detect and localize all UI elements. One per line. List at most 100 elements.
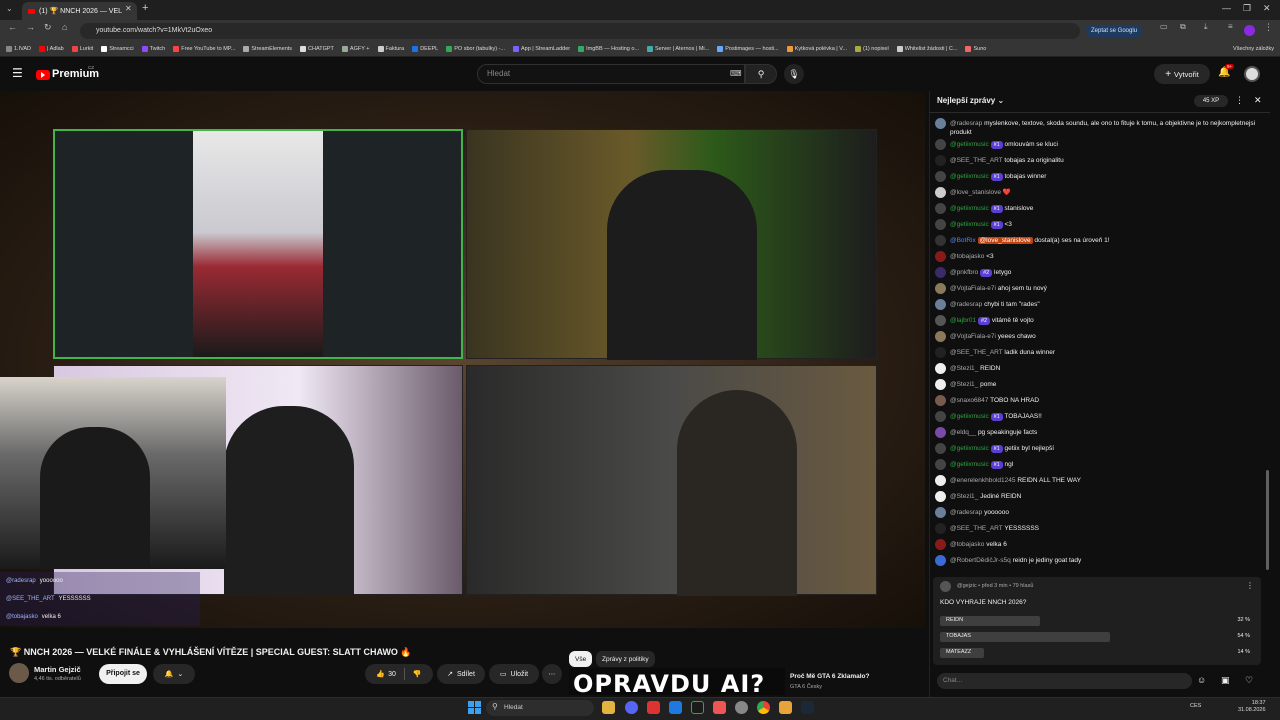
chat-message[interactable]: @getiixmusic #1 ngl (935, 457, 1265, 473)
app-icon[interactable] (713, 701, 726, 714)
chat-input[interactable]: Chat... (937, 673, 1192, 689)
bookmark-item[interactable]: Free YouTube to MP... (173, 46, 235, 52)
chat-author[interactable]: @getiixmusic (950, 173, 989, 180)
chat-author[interactable]: @getiixmusic (950, 413, 989, 420)
account-avatar[interactable] (1244, 66, 1260, 82)
bookmark-item[interactable]: 1.IVAD (6, 46, 31, 52)
chat-author[interactable]: @Stezi1_ (950, 493, 978, 500)
language-indicator[interactable]: CES (1190, 703, 1201, 709)
chat-message[interactable]: @lajbr01 #2 vitámě tě vojto (935, 313, 1265, 329)
bookmark-item[interactable]: Server | Aternos | Mi... (647, 46, 709, 52)
chip-all[interactable]: Vše (569, 651, 593, 667)
chat-author[interactable]: @enerelenkhbold1245 (950, 477, 1016, 484)
chat-message[interactable]: @SEE_THE_ART YESSSSSS (935, 521, 1265, 537)
recommendation-channel[interactable]: GTA 6 Česky (790, 684, 822, 690)
chat-message[interactable]: @getiixmusic #1 omlouvám se kluci (935, 137, 1265, 153)
bookmark-item[interactable]: (1) nopixel (855, 46, 889, 52)
menu-icon[interactable]: ≡ (1228, 22, 1233, 31)
chat-author[interactable]: @SEE_THE_ART (950, 525, 1003, 532)
poll-option[interactable]: REIDN 32 % (940, 616, 1254, 626)
bookmark-item[interactable]: AGFY + (341, 46, 370, 52)
clock[interactable]: 18:37 31.08.2026 (1238, 700, 1266, 714)
chat-author[interactable]: @SEE_THE_ART (950, 349, 1003, 356)
chat-message[interactable]: @enerelenkhbold1245 REIDN ALL THE WAY (935, 473, 1265, 489)
search-input[interactable]: Hledat (477, 64, 745, 84)
bookmark-item[interactable]: Kytková polévka | V... (786, 46, 847, 52)
chat-author[interactable]: @snaxo6847 (950, 397, 988, 404)
heart-icon[interactable]: ♡ (1245, 675, 1253, 686)
emoji-icon[interactable]: ☺ (1197, 675, 1206, 685)
poll-option[interactable]: TOBAJAS 54 % (940, 632, 1254, 642)
chat-author[interactable]: @getiixmusic (950, 461, 989, 468)
app-icon[interactable] (647, 701, 660, 714)
voice-search-button[interactable]: 🎙 (784, 64, 804, 84)
chat-message[interactable]: @getiixmusic #1 <3 (935, 217, 1265, 233)
close-window-icon[interactable]: ✕ (1263, 3, 1271, 14)
chat-message[interactable]: @Stezi1_ pome (935, 377, 1265, 393)
profile-avatar-icon[interactable] (1244, 25, 1255, 36)
recommendation-thumbnail[interactable]: OPRAVDU AI? (569, 668, 785, 695)
super-chat-icon[interactable]: ▣ (1221, 675, 1230, 686)
all-bookmarks-button[interactable]: Všechny záložky (1233, 46, 1280, 52)
browser-menu-icon[interactable]: ⋮ (1264, 22, 1273, 33)
chat-message[interactable]: @VojtaFiala-e7i yeees chawo (935, 329, 1265, 345)
app-icon[interactable] (779, 701, 792, 714)
bookmark-item[interactable]: ImgBB — Hosting o... (578, 46, 639, 52)
bookmark-item[interactable]: Postimages — hosti... (717, 46, 779, 52)
chat-message[interactable]: @getiixmusic #1 getiix byl nejlepší (935, 441, 1265, 457)
chat-author[interactable]: @SEE_THE_ART (950, 157, 1003, 164)
extensions-icon[interactable]: ⧉ (1180, 22, 1186, 32)
app-icon[interactable] (735, 701, 748, 714)
chat-author[interactable]: @VojtaFiala-e7i (950, 333, 996, 340)
bookmark-item[interactable]: | Adlab (39, 46, 64, 52)
xp-badge[interactable]: 45 XP (1194, 95, 1228, 107)
chat-author[interactable]: @getiixmusic (950, 221, 989, 228)
chat-author[interactable]: @tobajasko (950, 541, 984, 548)
chat-message[interactable]: @SEE_THE_ART ladik duna winner (935, 345, 1265, 361)
discord-icon[interactable] (625, 701, 638, 714)
bookmark-item[interactable]: Streamcci (101, 46, 134, 52)
chat-author[interactable]: @radesrap (950, 120, 982, 127)
tab-active[interactable]: (1) 🏆 NNCH 2026 — VEL (22, 2, 137, 20)
chat-author[interactable]: @getiixmusic (950, 205, 989, 212)
taskbar-search[interactable]: Hledat (486, 700, 594, 716)
chat-message[interactable]: @eldq__ pg speakinguje facts (935, 425, 1265, 441)
chat-message[interactable]: @radesrap chybi ti tam "rades" (935, 297, 1265, 313)
chat-message[interactable]: @Stezi1_ Jediné REIDN (935, 489, 1265, 505)
chat-message[interactable]: @radesrap myslenkove, textove, skoda sou… (935, 116, 1265, 137)
reload-icon[interactable]: ↻ (44, 22, 52, 33)
chat-message[interactable]: @BotRix @love_stanislove dostal(a) ses n… (935, 233, 1265, 249)
bookmark-item[interactable]: Faktura (377, 46, 404, 52)
bookmark-item[interactable]: CHATGPT (300, 46, 334, 52)
app-icon[interactable] (669, 701, 682, 714)
steam-icon[interactable] (801, 701, 814, 714)
chat-author[interactable]: @radesrap (950, 301, 982, 308)
keyboard-icon[interactable]: ⌨ (730, 69, 742, 78)
chat-message[interactable]: @getiixmusic #1 stanislove (935, 201, 1265, 217)
subscribed-notifications-button[interactable]: 🔔 ⌄ (153, 664, 195, 684)
chat-author[interactable]: @love_stanislove (950, 189, 1001, 196)
save-button[interactable]: ▭ Uložit (489, 664, 539, 684)
share-button[interactable]: ↗ Sdílet (437, 664, 485, 684)
bookmark-item[interactable]: DEEPL (412, 46, 438, 52)
search-button[interactable]: ⚲ (745, 64, 777, 84)
chat-message[interactable]: @tobajasko <3 (935, 249, 1265, 265)
windows-start-icon[interactable] (468, 701, 481, 714)
chat-message[interactable]: @love_stanislove ❤️ (935, 185, 1265, 201)
back-icon[interactable]: ← (8, 22, 17, 32)
downloads-icon[interactable]: ⤓ (1204, 22, 1208, 32)
forward-icon[interactable]: → (26, 22, 35, 32)
chat-author[interactable]: @getiixmusic (950, 141, 989, 148)
chat-message[interactable]: @Stezi1_ REIDN (935, 361, 1265, 377)
app-icon[interactable] (691, 701, 704, 714)
bookmark-item[interactable]: Suno (965, 46, 986, 52)
bookmark-item[interactable]: App | StreamLadder (512, 46, 570, 52)
youtube-logo-icon[interactable] (36, 70, 50, 80)
chat-message[interactable]: @snaxo6847 TOBO NA HRAD (935, 393, 1265, 409)
minimize-icon[interactable]: — (1222, 3, 1231, 13)
dislike-button[interactable]: 👎 (413, 670, 422, 678)
chat-mode-dropdown[interactable]: Nejlepší zprávy ⌄ (937, 96, 1004, 105)
bookmark-item[interactable]: StreamElements (243, 46, 292, 52)
chat-message[interactable]: @VojtaFiala-e7i ahoj sem tu nový (935, 281, 1265, 297)
chat-author[interactable]: @VojtaFiala-e7i (950, 285, 996, 292)
